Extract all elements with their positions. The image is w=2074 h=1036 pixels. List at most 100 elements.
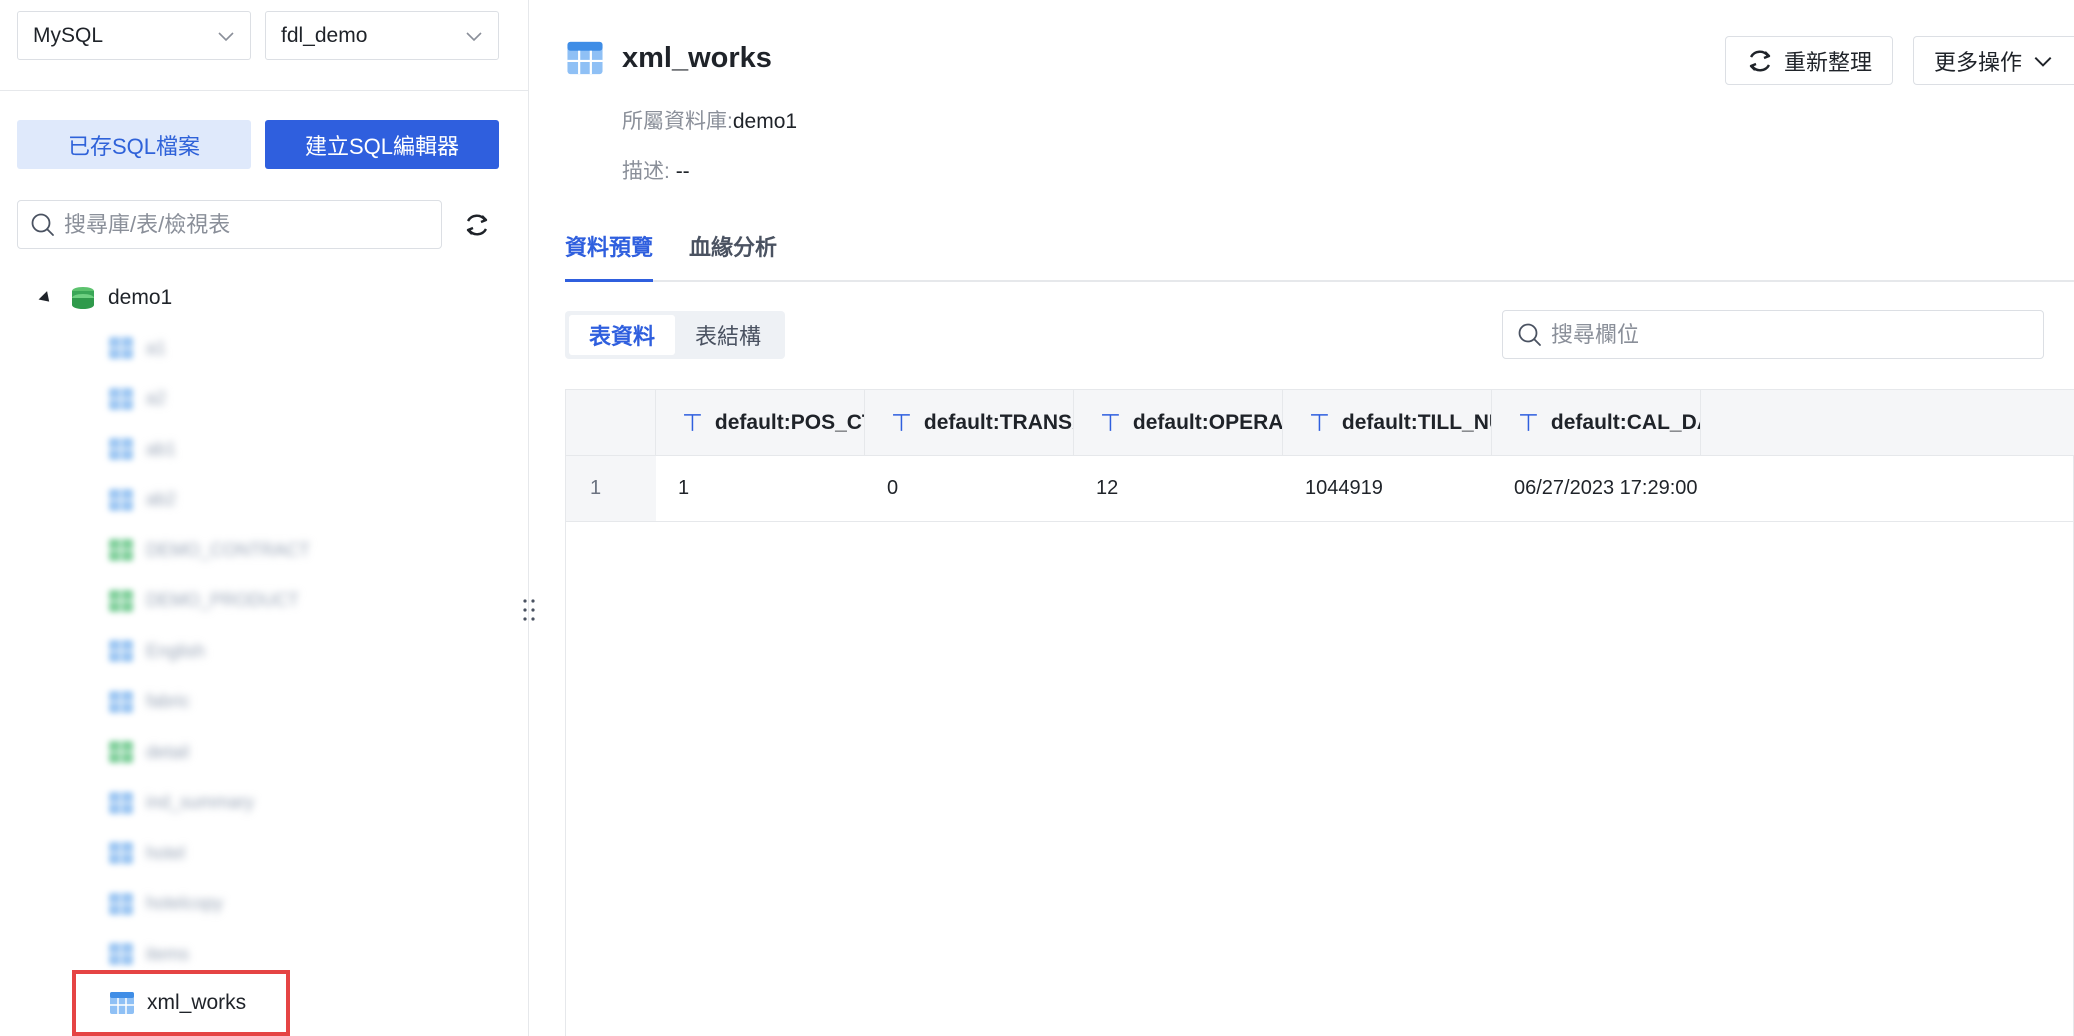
tree-item[interactable]: ind_summary	[108, 785, 254, 821]
text-type-icon: ⊤	[1309, 409, 1330, 437]
database-icon	[72, 287, 94, 309]
tree-item[interactable]: items	[108, 936, 189, 972]
text-type-icon: ⊤	[1100, 409, 1121, 437]
saved-sql-button[interactable]: 已存SQL檔案	[17, 120, 251, 169]
source-selectors: MySQL fdl_demo	[17, 11, 499, 60]
table-cell[interactable]: 06/27/2023 17:29:00	[1492, 456, 1698, 521]
tree-item[interactable]: hotelcopy	[108, 886, 223, 922]
table-title-row: xml_works	[566, 40, 772, 76]
refresh-label: 重新整理	[1783, 49, 1872, 75]
db-type-select[interactable]: MySQL	[17, 11, 251, 60]
db-meta-label: 所屬資料庫:	[622, 110, 733, 133]
column-header-label: default:TRANSA...	[923, 411, 1073, 434]
text-type-icon: ⊤	[1518, 409, 1539, 437]
search-icon	[1518, 323, 1541, 346]
tree-item[interactable]: English	[108, 633, 205, 669]
tree-item[interactable]: ab1	[108, 431, 176, 467]
column-header-label: default:CAL_DA...	[1550, 411, 1700, 434]
table-cell[interactable]: 1	[656, 456, 689, 521]
tree-item[interactable]: fabric	[108, 684, 190, 720]
tree-item-label: fabric	[146, 691, 191, 711]
tree-item[interactable]: hotel	[108, 835, 185, 871]
tree-item[interactable]: detail	[108, 734, 189, 770]
table-icon	[109, 387, 133, 410]
refresh-icon[interactable]	[463, 211, 491, 239]
tree-item-selected[interactable]: xml_works	[72, 970, 290, 1036]
table-cell[interactable]: 1044919	[1283, 456, 1383, 521]
table-icon	[109, 943, 133, 965]
table-icon	[109, 892, 133, 915]
field-search-input[interactable]	[1551, 321, 2021, 348]
tree-item-label: ind_summary	[146, 792, 255, 812]
tree-root-demo1[interactable]: demo1	[38, 278, 173, 318]
column-header[interactable]: ⊤ default:TRANSA...	[865, 390, 1074, 456]
column-header[interactable]: ⊤ default:TILL_NU...	[1283, 390, 1492, 456]
more-actions-button[interactable]: 更多操作	[1912, 36, 2074, 85]
tab-lineage[interactable]: 血緣分析	[689, 230, 777, 282]
tree-root-label: demo1	[108, 286, 173, 309]
tree-item-label: English	[146, 640, 206, 661]
top-actions: 重新整理 更多操作	[1724, 36, 2074, 85]
new-sql-editor-button[interactable]: 建立SQL編輯器	[265, 120, 499, 169]
tree-item-label: DEMO_CONTRACT	[146, 539, 311, 560]
tree-search-box	[17, 200, 442, 249]
table-cell[interactable]: 12	[1074, 456, 1118, 521]
left-panel: MySQL fdl_demo 已存SQL檔案 建立SQL編輯器 搜尋庫/表/檢視…	[0, 0, 535, 1036]
table-icon	[109, 791, 133, 814]
tree-item[interactable]: ab2	[108, 482, 176, 518]
column-header[interactable]: ⊤ default:POS_CTRL	[656, 390, 865, 456]
tree-item-label: detail	[146, 741, 190, 762]
column-header[interactable]: ⊤ default:CAL_DA...	[1492, 390, 1701, 456]
text-type-icon: ⊤	[682, 409, 703, 437]
column-header-label: default:OPERAT...	[1132, 411, 1282, 434]
subtab-table-data[interactable]: 表資料	[569, 315, 676, 355]
table-icon	[567, 41, 603, 75]
tree-item[interactable]: DEMO_PRODUCT	[108, 583, 299, 619]
caret-expanded-icon[interactable]	[38, 290, 54, 306]
tree-search-input[interactable]	[64, 211, 424, 238]
desc-meta-label: 描述:	[622, 160, 670, 183]
tree-item-label: items	[146, 943, 190, 964]
db-type-value: MySQL	[33, 23, 104, 47]
index-header-cell	[566, 390, 656, 456]
table-icon	[109, 337, 133, 359]
chevron-down-icon	[218, 31, 234, 41]
subtab-switch: 表資料 表結構	[565, 311, 786, 359]
view-icon	[109, 741, 133, 763]
chevron-down-icon	[2034, 56, 2052, 67]
table-row[interactable]: 1 1 0 12 1044919 06/27/2023 17:29:00	[566, 456, 2074, 522]
table-icon	[109, 690, 133, 713]
grid-header: ⊤ default:POS_CTRL ⊤ default:TRANSA... ⊤ de…	[566, 390, 2074, 456]
table-cell[interactable]: 0	[865, 456, 898, 521]
table-icon	[109, 488, 133, 511]
tree-item[interactable]: a2	[108, 381, 166, 417]
tree-item-label: a2	[146, 388, 167, 408]
column-header[interactable]: ⊤ default:OPERAT...	[1074, 390, 1283, 456]
table-icon	[109, 438, 133, 460]
tree-item-label: xml_works	[147, 991, 247, 1014]
row-index: 1	[566, 456, 656, 521]
tree-item[interactable]: a1	[108, 330, 166, 366]
tab-data-preview[interactable]: 資料預覽	[565, 230, 654, 282]
tree-item-label: ab2	[146, 489, 177, 509]
text-type-icon: ⊤	[891, 409, 912, 437]
subtab-table-structure[interactable]: 表結構	[675, 315, 781, 355]
divider	[0, 90, 529, 91]
db-meta-value: demo1	[732, 110, 798, 133]
right-panel: xml_works 所屬資料庫:demo1 描述: -- 重新整理 更多操作 資…	[530, 0, 2074, 1036]
db-name-value: fdl_demo	[281, 23, 368, 47]
table-icon	[109, 842, 133, 864]
tree-item-label: ab1	[146, 438, 177, 459]
tree-item-label: hotel	[146, 842, 186, 863]
db-meta: 所屬資料庫:demo1	[622, 105, 797, 135]
chevron-down-icon	[466, 31, 482, 41]
desc-meta-value: --	[675, 160, 690, 183]
view-icon	[109, 589, 133, 612]
field-search-box	[1502, 310, 2044, 359]
column-header-label: default:POS_CTRL	[714, 411, 864, 434]
search-icon	[31, 213, 54, 236]
tree-item-label: hotelcopy	[146, 893, 224, 913]
refresh-button[interactable]: 重新整理	[1724, 36, 1893, 85]
tree-item[interactable]: DEMO_CONTRACT	[108, 532, 310, 568]
db-name-select[interactable]: fdl_demo	[265, 11, 499, 60]
